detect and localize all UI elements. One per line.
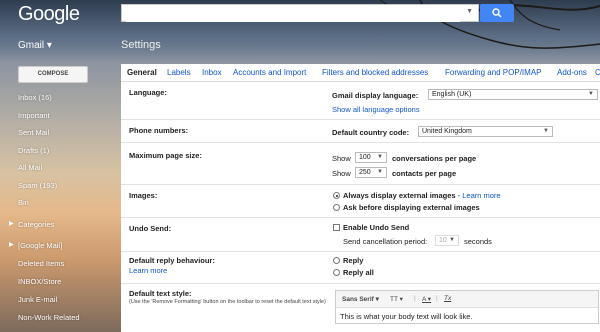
setting-label: Undo Send: (129, 224, 172, 233)
chevron-down-icon: ▾ (375, 296, 379, 303)
select-value: 100 (359, 154, 371, 161)
chevron-down-icon: ▼ (377, 169, 383, 175)
sidebar-item-categories[interactable]: Categories (18, 220, 54, 229)
text-style-hint: (Use the 'Remove Formatting' button on t… (129, 299, 326, 305)
font-family-value: Sans Serif (342, 296, 374, 303)
always-display-images-radio[interactable] (333, 192, 340, 199)
images-learn-more-link[interactable]: Learn more (462, 191, 500, 200)
tab-general[interactable]: General (127, 68, 157, 77)
select-value: 10 (439, 237, 447, 244)
toolbar-divider: | (436, 295, 438, 302)
text-style-preview[interactable]: This is what your body text will look li… (340, 312, 473, 321)
setting-row-page-size: Maximum page size: Show 100 ▼ conversati… (121, 143, 600, 185)
show-label: Show (332, 169, 351, 178)
conversations-per-page-label: conversations per page (392, 154, 477, 163)
reply-all-label: Reply all (343, 268, 374, 277)
sidebar-item-important[interactable]: Important (18, 111, 50, 120)
page-title: Settings (121, 39, 161, 51)
toolbar-divider: | (414, 295, 416, 302)
search-options-chevron-icon[interactable]: ▼ (466, 8, 473, 15)
seconds-label: seconds (464, 237, 492, 246)
country-code-label: Default country code: (332, 128, 410, 137)
setting-label: Maximum page size: (129, 151, 202, 160)
expand-arrow-icon[interactable]: ▶ (9, 220, 14, 227)
text-color-icon[interactable]: A ▾ (422, 295, 431, 303)
compose-button[interactable]: COMPOSE (18, 66, 88, 83)
reply-all-radio[interactable] (333, 269, 340, 276)
font-size-glyph: TT (390, 296, 398, 303)
setting-label: Default reply behaviour: (129, 256, 215, 265)
tab-forwarding[interactable]: Forwarding and POP/IMAP (445, 68, 541, 77)
select-value: United Kingdom (422, 128, 472, 135)
chevron-down-icon: ▼ (588, 91, 594, 97)
chevron-down-icon: ▼ (377, 154, 383, 160)
setting-row-language: Language: Gmail display language: Englis… (121, 82, 600, 120)
sidebar-item-google-mail[interactable]: [Google Mail] (18, 241, 62, 250)
sidebar-item-drafts[interactable]: Drafts (1) (18, 146, 49, 155)
contacts-per-page-select[interactable]: 250 ▼ (355, 167, 387, 178)
font-size-icon[interactable]: TT ▾ (390, 295, 403, 303)
always-display-images-label: Always display external images (343, 191, 456, 200)
search-icon (492, 8, 502, 18)
sidebar-item-inbox-store[interactable]: INBOX/Store (18, 277, 61, 286)
remove-formatting-icon[interactable]: Tx (444, 295, 451, 302)
chevron-down-icon: ▼ (449, 237, 455, 243)
contacts-per-page-label: contacts per page (392, 169, 457, 178)
setting-label: Images: (129, 191, 158, 200)
tab-filters[interactable]: Filters and blocked addresses (322, 68, 428, 77)
setting-row-reply: Default reply behaviour: Learn more Repl… (121, 252, 600, 284)
country-code-select[interactable]: United Kingdom ▼ (418, 126, 553, 137)
setting-row-phone: Phone numbers: Default country code: Uni… (121, 120, 600, 143)
sidebar-item-spam[interactable]: Spam (193) (18, 181, 57, 190)
setting-label: Default text style: (129, 289, 192, 298)
setting-label: Phone numbers: (129, 126, 189, 135)
enable-undo-send-checkbox[interactable] (333, 224, 340, 231)
text-style-editor: Sans Serif ▾ TT ▾ | A ▾ | Tx This is wha… (335, 290, 599, 324)
tab-more[interactable]: C (595, 68, 600, 77)
tab-inbox[interactable]: Inbox (202, 68, 222, 77)
tab-accounts[interactable]: Accounts and Import (233, 68, 306, 77)
sidebar-item-junk[interactable]: Junk E-mail (18, 295, 57, 304)
reply-radio[interactable] (333, 257, 340, 264)
cancellation-period-label: Send cancellation period: (343, 237, 428, 246)
sidebar-item-sent[interactable]: Sent Mail (18, 128, 49, 137)
expand-arrow-icon[interactable]: ▶ (9, 241, 14, 248)
display-language-select[interactable]: English (UK) ▼ (428, 89, 598, 100)
select-value: 250 (359, 169, 371, 176)
sidebar-item-deleted[interactable]: Deleted Items (18, 259, 64, 268)
show-label: Show (332, 154, 351, 163)
sidebar-item-non-work[interactable]: Non-Work Related (18, 313, 80, 322)
gmail-app-switcher[interactable]: Gmail ▾ (18, 40, 52, 51)
setting-row-images: Images: Always display external images -… (121, 185, 600, 218)
setting-label: Language: (129, 88, 167, 97)
search-button[interactable] (480, 4, 514, 22)
display-language-label: Gmail display language: (332, 91, 419, 100)
formatting-toolbar: Sans Serif ▾ TT ▾ | A ▾ | Tx (336, 291, 598, 308)
conversations-per-page-select[interactable]: 100 ▼ (355, 152, 387, 163)
google-logo[interactable]: Google (18, 3, 80, 26)
search-box[interactable]: ▼ (121, 4, 479, 22)
reply-learn-more-link[interactable]: Learn more (129, 266, 167, 275)
text-color-glyph: A (422, 296, 426, 303)
setting-row-undo-send: Undo Send: Enable Undo Send Send cancell… (121, 218, 600, 252)
settings-tabs: General Labels Inbox Accounts and Import… (121, 64, 600, 82)
show-all-languages-link[interactable]: Show all language options (332, 105, 420, 114)
tab-addons[interactable]: Add-ons (557, 68, 587, 77)
ask-before-images-label: Ask before displaying external images (343, 203, 480, 212)
ask-before-images-radio[interactable] (333, 204, 340, 211)
search-input[interactable] (126, 6, 460, 22)
sidebar-item-bin[interactable]: Bin (18, 198, 29, 207)
font-family-dropdown[interactable]: Sans Serif ▾ (342, 295, 379, 303)
cancellation-period-select[interactable]: 10 ▼ (435, 235, 459, 246)
tab-labels[interactable]: Labels (167, 68, 191, 77)
enable-undo-send-label: Enable Undo Send (343, 223, 410, 232)
sidebar-item-inbox[interactable]: Inbox (16) (18, 93, 52, 102)
select-value: English (UK) (432, 91, 472, 98)
sidebar-item-all-mail[interactable]: All Mail (18, 163, 42, 172)
reply-label: Reply (343, 256, 364, 265)
chevron-down-icon: ▼ (543, 128, 549, 134)
